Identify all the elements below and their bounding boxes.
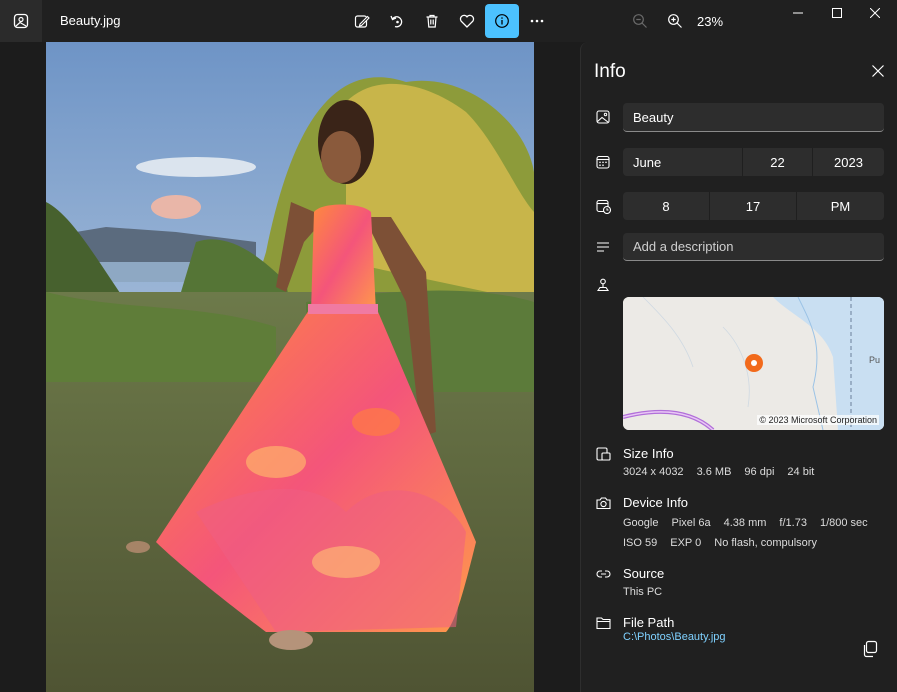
year-select[interactable]: 2023 [813,148,884,176]
size-icon [594,445,612,463]
info-heading: Info [594,61,626,82]
info-icon [495,14,509,28]
edit-image-icon [354,15,370,28]
camera-icon [594,494,612,512]
camera-make: Google [623,517,659,529]
zoom-in-icon [668,14,682,28]
month-select[interactable]: June [623,148,743,176]
minute-select[interactable]: 17 [710,192,797,220]
folder-icon [594,614,612,632]
shutter-speed: 1/800 sec [819,517,868,529]
description-icon [594,238,612,256]
favorite-heart-icon [459,14,475,28]
zoom-out-button[interactable] [623,4,657,38]
ampm-select[interactable]: PM [797,192,884,220]
calendar-icon [594,153,612,171]
info-panel: Info Beauty June 22 2023 8 17 PM Add a d… [580,42,897,692]
rotate-icon [390,15,403,28]
file-path-title: File Path [623,615,675,630]
zoom-in-button[interactable] [658,4,692,38]
source-title: Source [623,566,665,581]
window-title: Beauty.jpg [60,13,121,28]
device-info-line-1: Google Pixel 6a 4.38 mm f/1.73 1/800 sec [623,517,881,529]
camera-model: Pixel 6a [671,517,711,529]
location-pin-icon [594,276,612,294]
info-button[interactable] [485,4,519,38]
hour-select[interactable]: 8 [623,192,710,220]
title-value: Beauty [633,109,674,125]
more-button[interactable] [520,4,554,38]
flash: No flash, compulsory [714,537,817,549]
file-path-link[interactable]: C:\Photos\Beauty.jpg [623,631,726,643]
copy-icon [863,640,878,658]
date-picker[interactable]: June 22 2023 [623,148,884,176]
edit-image-button[interactable] [345,4,379,38]
size-info-title: Size Info [623,446,674,461]
zoom-level[interactable]: 23% [697,14,723,29]
device-info-line-2: ISO 59 EXP 0 No flash, compulsory [623,537,830,549]
file-size: 3.6 MB [696,466,732,478]
map-place-label: Pu [869,355,881,365]
image-icon [594,108,612,126]
close-window-button[interactable] [852,0,897,26]
bit-depth: 24 bit [787,466,815,478]
delete-icon [426,14,438,28]
size-info-details: 3024 x 4032 3.6 MB 96 dpi 24 bit [623,466,827,478]
more-icon [530,19,544,23]
exposure: EXP 0 [670,537,702,549]
day-select[interactable]: 22 [743,148,813,176]
photos-app-icon[interactable] [0,0,42,42]
description-input[interactable]: Add a description [623,233,884,261]
title-field[interactable]: Beauty [623,103,884,132]
description-placeholder: Add a description [633,239,734,254]
rotate-button[interactable] [380,4,414,38]
dpi: 96 dpi [744,466,775,478]
copy-path-button[interactable] [861,640,879,658]
photo-image[interactable] [46,42,534,692]
minimize-icon [793,12,803,14]
favorite-button[interactable] [450,4,484,38]
time-picker[interactable]: 8 17 PM [623,192,884,220]
maximize-icon [832,8,842,18]
close-icon [872,65,884,77]
source-value: This PC [623,586,663,598]
photo-viewer[interactable] [0,42,580,692]
close-info-button[interactable] [867,60,889,82]
map-copyright: © 2023 Microsoft Corporation [757,415,879,425]
clock-calendar-icon [594,197,612,215]
device-info-title: Device Info [623,495,689,510]
link-icon [594,565,612,583]
delete-button[interactable] [415,4,449,38]
location-map[interactable]: Pu © 2023 Microsoft Corporation [623,297,884,430]
zoom-out-icon [633,14,647,28]
dimensions: 3024 x 4032 [623,466,684,478]
aperture: f/1.73 [779,517,807,529]
iso: ISO 59 [623,537,658,549]
focal-length: 4.38 mm [723,517,767,529]
close-icon [870,8,880,18]
title-bar: Beauty.jpg 23% [0,0,897,42]
